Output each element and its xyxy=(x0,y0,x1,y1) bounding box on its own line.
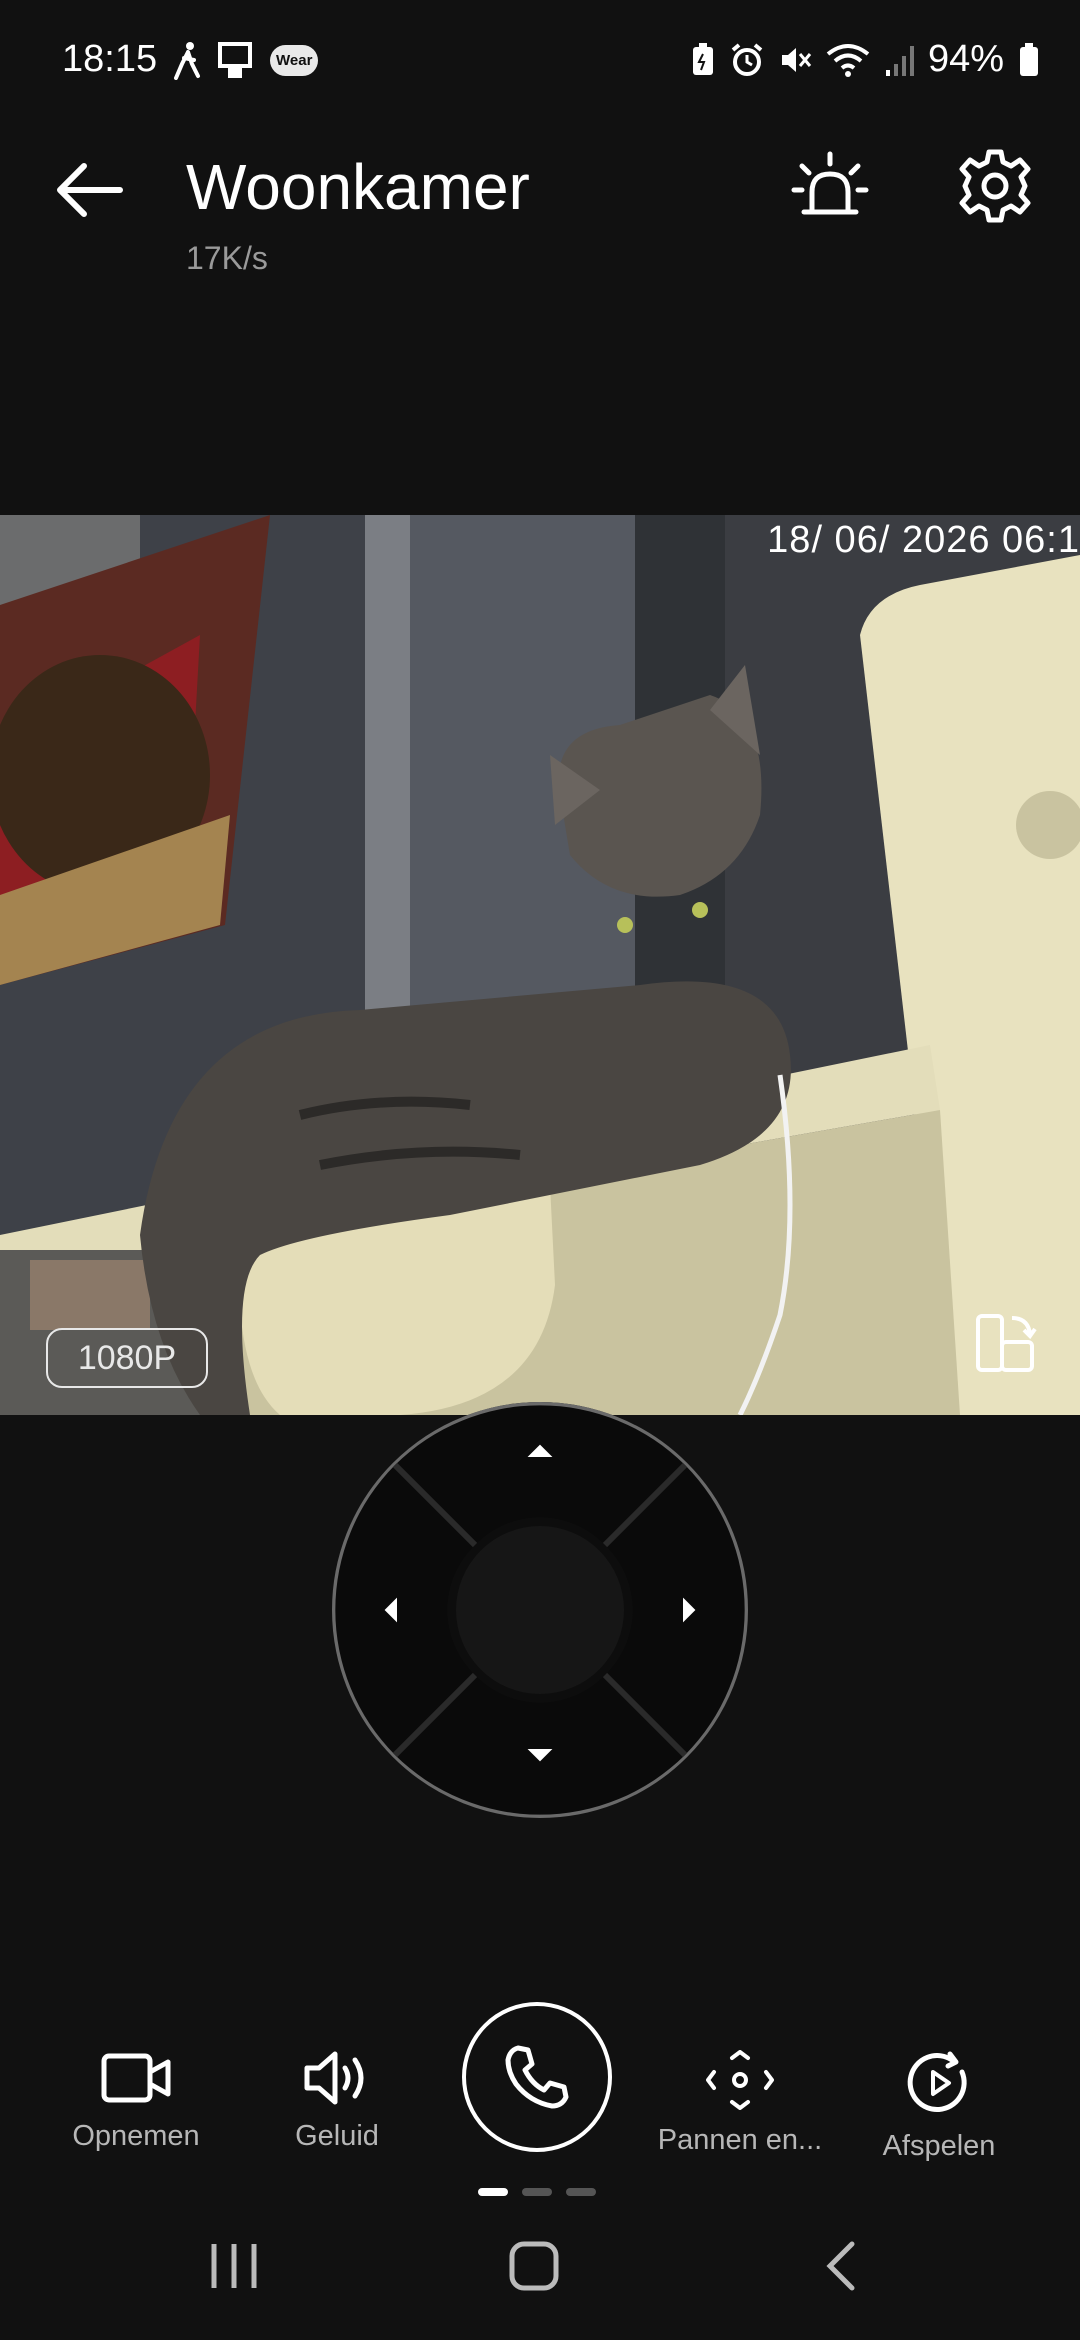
nav-recents-button[interactable] xyxy=(206,2242,262,2290)
siren-button[interactable] xyxy=(790,148,870,228)
ptz-dpad xyxy=(330,1400,750,1820)
speaker-icon xyxy=(304,2051,364,2105)
record-button[interactable]: Opnemen xyxy=(58,2050,214,2153)
device-icon xyxy=(218,42,252,78)
status-time: 18:15 xyxy=(62,38,158,80)
alarm-icon xyxy=(731,42,763,76)
pan-tilt-icon xyxy=(706,2050,774,2110)
sound-button[interactable]: Geluid xyxy=(272,2050,402,2153)
battery-icon xyxy=(1020,42,1038,76)
pan-tilt-button[interactable]: Pannen en... xyxy=(650,2050,830,2157)
rotate-layout-button[interactable] xyxy=(972,1310,1038,1376)
video-timestamp: 18/ 06/ 2026 06:1 xyxy=(767,519,1080,561)
camera-scene xyxy=(0,515,1080,1415)
video-camera-icon xyxy=(101,2053,171,2103)
wear-icon: Wear xyxy=(270,44,319,76)
arrow-left-icon xyxy=(57,163,123,217)
mute-icon xyxy=(781,47,812,72)
page-indicator xyxy=(478,2188,596,2196)
gear-icon xyxy=(959,149,1031,223)
phone-icon xyxy=(505,2045,569,2109)
status-right: 94% xyxy=(690,38,1040,81)
page-dot xyxy=(566,2188,596,2196)
camera-video-feed[interactable] xyxy=(0,515,1080,1415)
status-left-icons: Wear xyxy=(172,40,319,80)
signal-icon xyxy=(885,45,914,76)
settings-button[interactable] xyxy=(955,146,1035,226)
rotate-screen-icon xyxy=(976,1314,1037,1372)
dpad-center xyxy=(456,1526,624,1694)
nav-home-button[interactable] xyxy=(508,2240,560,2292)
nav-back-button[interactable] xyxy=(820,2240,860,2292)
battery-saver-icon xyxy=(692,42,713,75)
playback-button[interactable]: Afspelen xyxy=(866,2050,1012,2163)
call-button[interactable] xyxy=(462,2002,612,2152)
home-icon xyxy=(509,2241,559,2291)
page-dot xyxy=(522,2188,552,2196)
playback-label: Afspelen xyxy=(882,2130,996,2162)
record-label: Opnemen xyxy=(72,2120,200,2152)
recents-icon xyxy=(211,2244,257,2288)
wifi-icon xyxy=(826,43,870,77)
page-dot-active xyxy=(478,2188,508,2196)
back-button[interactable] xyxy=(50,150,130,230)
sound-label: Geluid xyxy=(295,2120,379,2152)
siren-icon xyxy=(791,151,869,215)
quality-button[interactable]: 1080P xyxy=(46,1328,208,1388)
pan-tilt-label: Pannen en... xyxy=(657,2124,823,2156)
back-chevron-icon xyxy=(826,2241,855,2291)
stream-speed: 17K/s xyxy=(186,240,268,276)
playback-icon xyxy=(907,2051,967,2112)
walking-icon xyxy=(174,42,200,80)
page-title: Woonkamer xyxy=(186,151,530,223)
battery-percent: 94% xyxy=(927,38,1004,80)
